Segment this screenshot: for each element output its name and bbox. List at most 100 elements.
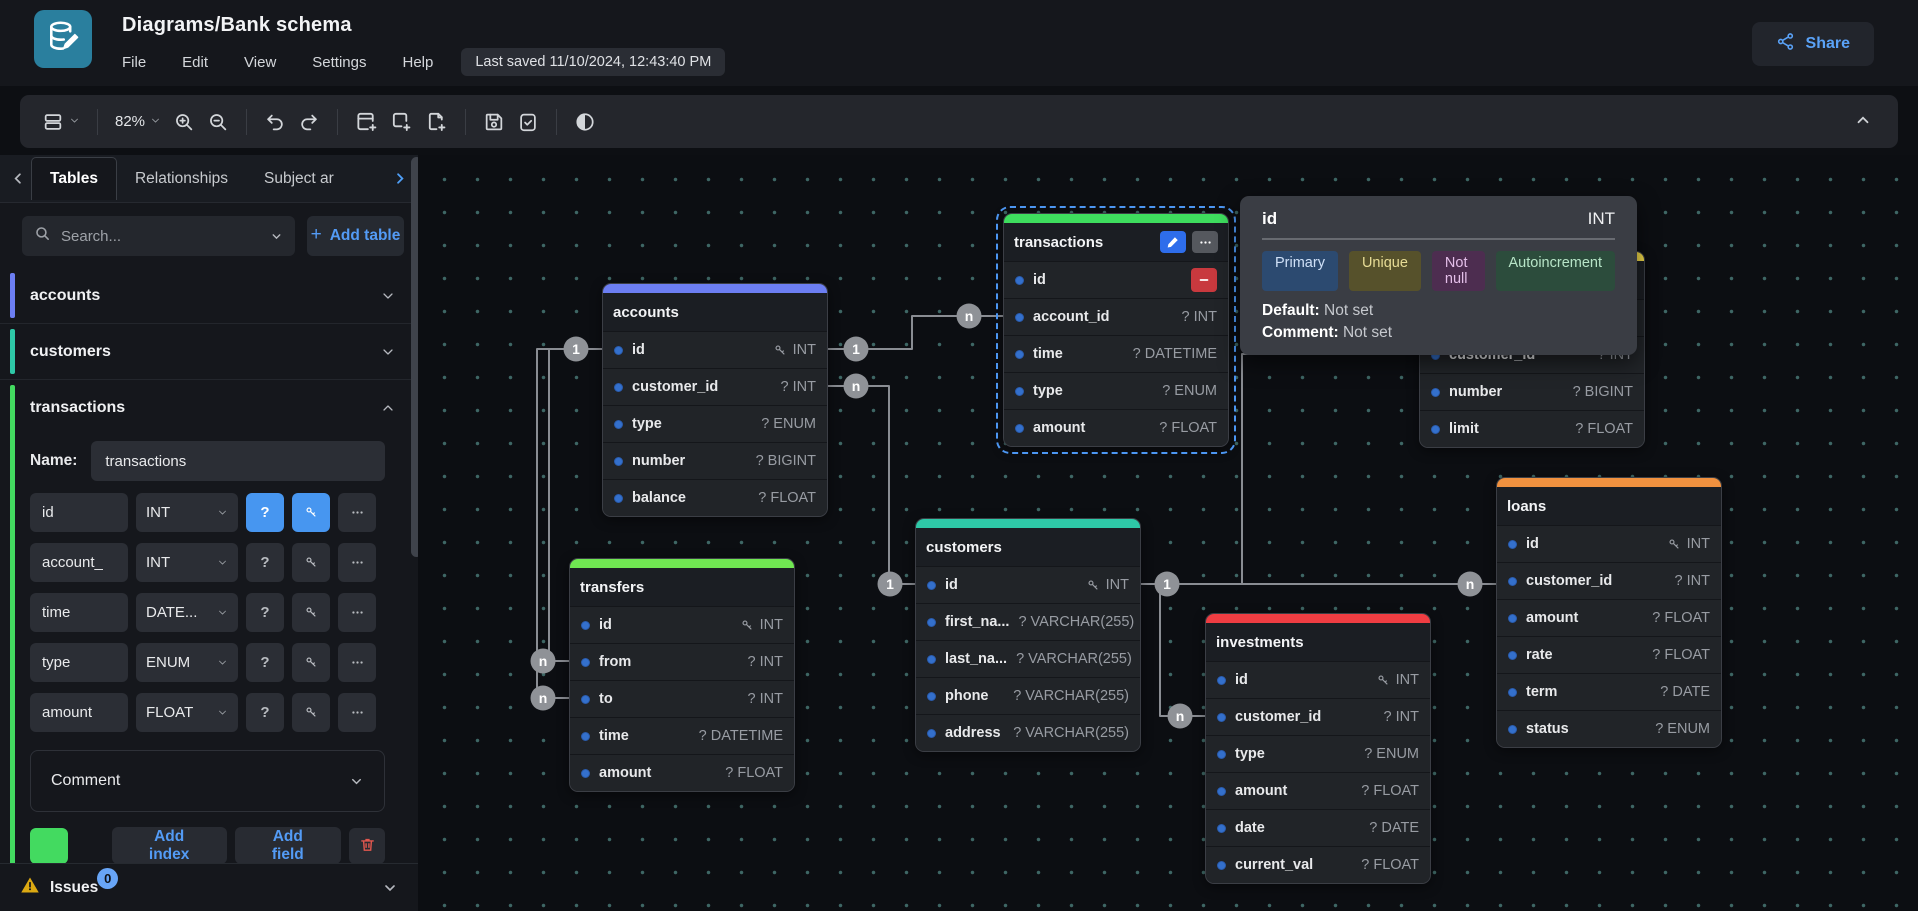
primary-key-toggle-button[interactable]	[292, 593, 330, 632]
table-field-row[interactable]: rate? FLOAT	[1497, 636, 1721, 673]
tabs-scroll-left-button[interactable]	[6, 166, 31, 191]
tab-relationships[interactable]: Relationships	[117, 158, 246, 200]
field-connection-dot[interactable]	[1508, 614, 1517, 623]
table-field-row[interactable]: from? INT	[570, 643, 794, 680]
field-name-input[interactable]: id	[30, 493, 128, 532]
undo-button[interactable]	[258, 105, 292, 139]
field-connection-dot[interactable]	[581, 769, 590, 778]
field-type-select[interactable]: DATE...	[136, 593, 238, 632]
search-dropdown-caret-icon[interactable]	[270, 230, 283, 243]
table-more-options-button[interactable]	[1192, 231, 1218, 253]
save-button[interactable]	[477, 105, 511, 139]
table-field-row[interactable]: first_na...? VARCHAR(255)	[916, 603, 1140, 640]
table-field-row[interactable]: amount? FLOAT	[1497, 599, 1721, 636]
field-connection-dot[interactable]	[614, 420, 623, 429]
field-connection-dot[interactable]	[1015, 387, 1024, 396]
table-field-row[interactable]: term? DATE	[1497, 673, 1721, 710]
nullable-toggle-button[interactable]: ?	[246, 543, 284, 582]
todo-button[interactable]	[511, 105, 545, 139]
canvas-table-transfers[interactable]: transfersidINTfrom? INTto? INTtime? DATE…	[569, 558, 795, 792]
table-field-row[interactable]: idINT	[1206, 661, 1430, 698]
table-field-row[interactable]: idINT	[603, 331, 827, 368]
table-field-row[interactable]: account_id? INT	[1004, 298, 1228, 335]
menu-view[interactable]: View	[244, 54, 276, 71]
add-note-button[interactable]	[419, 104, 454, 139]
field-connection-dot[interactable]	[927, 618, 936, 627]
search-box[interactable]	[22, 216, 295, 256]
field-more-options-button[interactable]	[338, 493, 376, 532]
table-field-row[interactable]: customer_id? INT	[1497, 562, 1721, 599]
table-field-row[interactable]: type? ENUM	[1004, 372, 1228, 409]
edit-table-button[interactable]	[1160, 231, 1186, 253]
field-connection-dot[interactable]	[581, 732, 590, 741]
field-type-select[interactable]: INT	[136, 543, 238, 582]
field-connection-dot[interactable]	[1508, 540, 1517, 549]
field-connection-dot[interactable]	[1217, 787, 1226, 796]
field-connection-dot[interactable]	[927, 581, 936, 590]
field-connection-dot[interactable]	[1508, 651, 1517, 660]
field-name-input[interactable]: time	[30, 593, 128, 632]
table-field-row[interactable]: address? VARCHAR(255)	[916, 714, 1140, 751]
field-connection-dot[interactable]	[927, 655, 936, 664]
table-field-row[interactable]: idINT	[1497, 525, 1721, 562]
add-index-button[interactable]: Add index	[112, 827, 227, 864]
diagram-canvas[interactable]: 1nn1nn11nn credit_cardsidINTcustomer_id?…	[418, 155, 1918, 911]
table-field-row[interactable]: customer_id? INT	[1206, 698, 1430, 735]
table-field-row[interactable]: number? BIGINT	[603, 442, 827, 479]
add-table-button[interactable]	[349, 104, 384, 139]
accordion-header-customers[interactable]: customers	[0, 324, 418, 379]
menu-edit[interactable]: Edit	[182, 54, 208, 71]
menu-help[interactable]: Help	[402, 54, 433, 71]
comment-collapsible[interactable]: Comment	[30, 750, 385, 812]
field-connection-dot[interactable]	[614, 346, 623, 355]
relationship-line-3[interactable]	[828, 386, 915, 584]
tab-subject-ar[interactable]: Subject ar	[246, 158, 351, 200]
nullable-toggle-button[interactable]: ?	[246, 693, 284, 732]
share-button[interactable]: Share	[1752, 22, 1874, 66]
table-field-row[interactable]: idINT	[570, 606, 794, 643]
field-more-options-button[interactable]	[338, 593, 376, 632]
field-connection-dot[interactable]	[1217, 824, 1226, 833]
canvas-table-customers[interactable]: customersidINTfirst_na...? VARCHAR(255)l…	[915, 518, 1141, 752]
field-name-input[interactable]: amount	[30, 693, 128, 732]
add-table-button[interactable]: + Add table	[307, 216, 404, 256]
field-connection-dot[interactable]	[581, 695, 590, 704]
layout-button[interactable]	[36, 105, 86, 139]
primary-key-toggle-button[interactable]	[292, 493, 330, 532]
delete-table-button[interactable]	[349, 828, 385, 864]
primary-key-toggle-button[interactable]	[292, 693, 330, 732]
zoom-level-select[interactable]: 82%	[109, 107, 167, 136]
table-field-row[interactable]: id	[1004, 261, 1228, 298]
field-connection-dot[interactable]	[614, 494, 623, 503]
canvas-table-accounts[interactable]: accountsidINTcustomer_id? INTtype? ENUMn…	[602, 283, 828, 517]
table-field-row[interactable]: type? ENUM	[1206, 735, 1430, 772]
nullable-toggle-button[interactable]: ?	[246, 593, 284, 632]
table-field-row[interactable]: amount? FLOAT	[570, 754, 794, 791]
field-connection-dot[interactable]	[1217, 713, 1226, 722]
table-field-row[interactable]: date? DATE	[1206, 809, 1430, 846]
menu-file[interactable]: File	[122, 54, 146, 71]
table-field-row[interactable]: number? BIGINT	[1420, 373, 1644, 410]
field-connection-dot[interactable]	[1015, 424, 1024, 433]
field-connection-dot[interactable]	[614, 383, 623, 392]
field-name-input[interactable]: account_	[30, 543, 128, 582]
add-area-button[interactable]	[384, 104, 419, 139]
field-connection-dot[interactable]	[1431, 388, 1440, 397]
menu-settings[interactable]: Settings	[312, 54, 366, 71]
table-field-row[interactable]: idINT	[916, 566, 1140, 603]
tabs-scroll-right-button[interactable]	[387, 166, 412, 191]
table-field-row[interactable]: time? DATETIME	[1004, 335, 1228, 372]
redo-button[interactable]	[292, 105, 326, 139]
table-field-row[interactable]: type? ENUM	[603, 405, 827, 442]
table-field-row[interactable]: limit? FLOAT	[1420, 410, 1644, 447]
tab-tables[interactable]: Tables	[31, 157, 117, 200]
field-connection-dot[interactable]	[614, 457, 623, 466]
field-connection-dot[interactable]	[1508, 688, 1517, 697]
table-field-row[interactable]: amount? FLOAT	[1004, 409, 1228, 446]
field-connection-dot[interactable]	[1508, 577, 1517, 586]
relationship-line-5[interactable]	[1141, 584, 1205, 716]
issues-bar[interactable]: Issues 0	[0, 863, 418, 911]
table-field-row[interactable]: last_na...? VARCHAR(255)	[916, 640, 1140, 677]
field-connection-dot[interactable]	[1431, 425, 1440, 434]
field-connection-dot[interactable]	[1217, 676, 1226, 685]
